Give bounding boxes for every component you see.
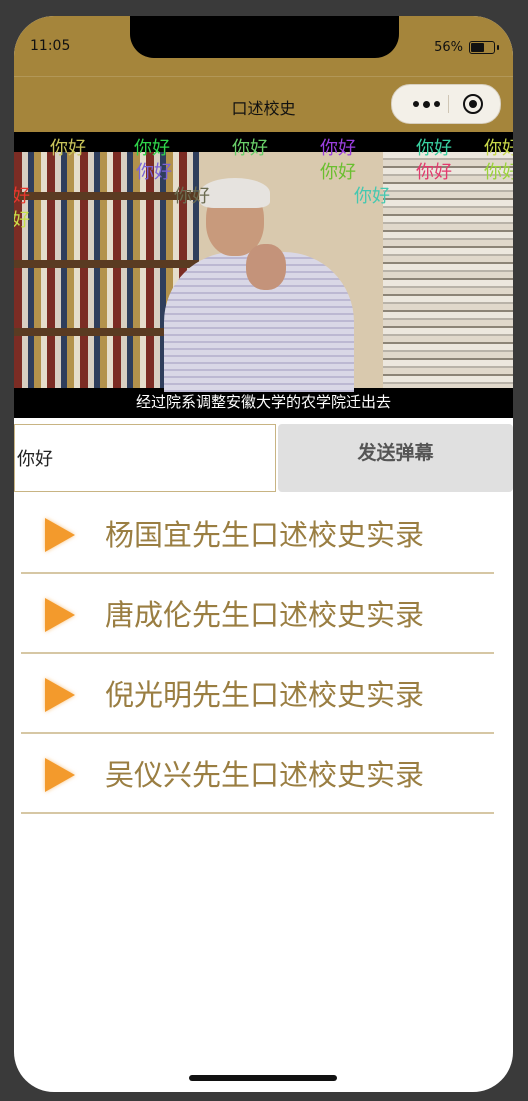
danmaku-comment: 你好 <box>320 162 356 183</box>
send-danmu-button[interactable]: 发送弹幕 <box>278 424 513 492</box>
danmu-input-row: 发送弹幕 <box>14 424 513 494</box>
play-icon <box>45 518 75 552</box>
danmaku-comment: 你好 <box>174 186 210 207</box>
miniprogram-capsule <box>391 84 501 124</box>
play-icon <box>45 758 75 792</box>
video-frame <box>14 152 513 392</box>
play-icon <box>45 598 75 632</box>
play-icon <box>45 678 75 712</box>
danmaku-comment: 你好 <box>354 186 390 207</box>
danmaku-comment: 好 <box>14 186 30 207</box>
danmaku-comment: 你好 <box>416 162 452 183</box>
list-item-title: 唐成伦先生口述校史实录 <box>105 598 425 632</box>
danmaku-comment: 你好 <box>484 162 513 183</box>
list-item-title: 吴仪兴先生口述校史实录 <box>105 758 425 792</box>
close-target-icon[interactable] <box>463 94 483 114</box>
list-item[interactable]: 倪光明先生口述校史实录 <box>21 654 494 734</box>
list-item[interactable]: 唐成伦先生口述校史实录 <box>21 574 494 654</box>
notch <box>130 16 399 58</box>
phone-screen: 11:05 56% 口述校史 你好 你好 你好 你好 你好 你好 你好 你好 你… <box>14 16 513 1092</box>
bookshelf-right <box>383 152 513 388</box>
video-player[interactable]: 你好 你好 你好 你好 你好 你好 你好 你好 你好 你好 你好 你好 好 好 … <box>14 132 513 418</box>
danmaku-comment: 你好 <box>320 138 356 159</box>
person-hair <box>200 178 270 208</box>
oral-history-list: 杨国宜先生口述校史实录 唐成伦先生口述校史实录 倪光明先生口述校史实录 吴仪兴先… <box>21 494 494 814</box>
danmaku-comment: 你好 <box>232 138 268 159</box>
danmaku-comment: 你好 <box>134 138 170 159</box>
video-subtitle: 经过院系调整安徽大学的农学院迁出去 <box>135 393 391 411</box>
capsule-divider <box>448 95 449 113</box>
battery-percent: 56% <box>434 40 463 55</box>
list-item-title: 杨国宜先生口述校史实录 <box>105 518 425 552</box>
danmaku-comment: 好 <box>14 210 30 231</box>
person-hand <box>246 244 286 290</box>
battery-icon <box>469 41 499 54</box>
list-item-title: 倪光明先生口述校史实录 <box>105 678 425 712</box>
danmaku-comment: 你好 <box>136 162 172 183</box>
status-bar: 11:05 56% <box>14 16 513 76</box>
list-item[interactable]: 吴仪兴先生口述校史实录 <box>21 734 494 814</box>
nav-bar: 口述校史 <box>14 76 513 133</box>
more-options-icon[interactable] <box>406 85 446 123</box>
danmaku-comment: 你好 <box>484 138 513 159</box>
danmu-input[interactable] <box>14 424 276 492</box>
home-indicator <box>189 1075 337 1081</box>
status-time: 11:05 <box>30 38 71 54</box>
list-item[interactable]: 杨国宜先生口述校史实录 <box>21 494 494 574</box>
danmaku-comment: 你好 <box>416 138 452 159</box>
danmaku-comment: 你好 <box>50 138 86 159</box>
